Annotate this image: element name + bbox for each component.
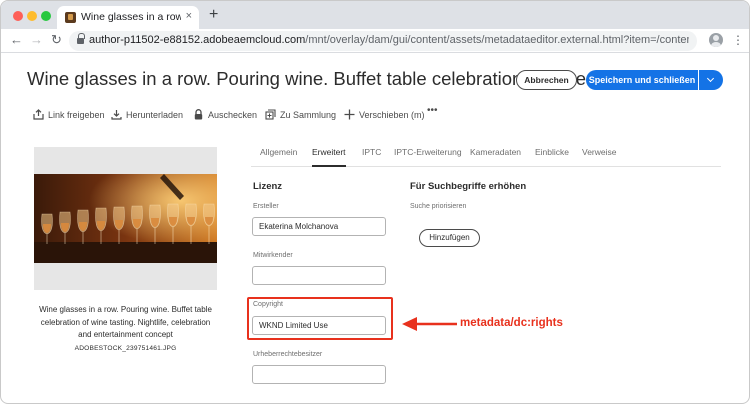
url-text: author-p11502-e88152.adobeaemcloud.com/m…: [89, 34, 689, 46]
maximize-window-button[interactable]: [41, 11, 51, 21]
browser-tab[interactable]: Wine glasses in a row. Pouring ×: [57, 6, 199, 29]
download-icon: [111, 110, 122, 120]
lock-icon: [77, 33, 85, 44]
tab-title: Wine glasses in a row. Pouring: [81, 11, 181, 23]
favicon-icon: [65, 12, 76, 23]
more-actions-button[interactable]: •••: [427, 105, 438, 123]
tab-erweitert[interactable]: Erweitert: [312, 147, 346, 157]
tab-strip: Wine glasses in a row. Pouring × +: [1, 1, 749, 29]
tab-iptc-erweiterung[interactable]: IPTC-Erweiterung: [394, 147, 462, 157]
contributor-field[interactable]: [252, 266, 386, 285]
asset-thumbnail-image[interactable]: [34, 174, 217, 263]
save-and-close-button[interactable]: Speichern und schließen: [586, 70, 698, 90]
asset-description: Wine glasses in a row. Pouring wine. Buf…: [39, 305, 212, 339]
move-icon: [344, 109, 355, 120]
tab-verweise[interactable]: Verweise: [582, 147, 617, 157]
more-icon: •••: [427, 105, 438, 116]
browser-menu-icon[interactable]: ⋮: [732, 33, 744, 47]
action-label: Zu Sammlung: [280, 110, 337, 120]
search-promote-label: Suche priorisieren: [410, 203, 467, 210]
share-icon: [33, 109, 44, 120]
tab-close-icon[interactable]: ×: [186, 10, 192, 22]
action-label: Herunterladen: [126, 110, 184, 120]
url-path: /mnt/overlay/dam/gui/content/assets/meta…: [305, 34, 689, 46]
creator-label: Ersteller: [253, 203, 279, 210]
address-bar[interactable]: author-p11502-e88152.adobeaemcloud.com/m…: [69, 31, 697, 51]
collection-icon: [265, 109, 276, 120]
creator-field[interactable]: Ekaterina Molchanova: [252, 217, 386, 236]
new-tab-button[interactable]: +: [209, 6, 218, 24]
active-tab-indicator: [312, 165, 346, 167]
copyright-owner-label: Urheberrechtebesitzer: [253, 351, 323, 358]
profile-avatar-icon[interactable]: [709, 33, 723, 47]
asset-filename: ADOBESTOCK_239751461.JPG: [74, 345, 177, 352]
lock-icon: [194, 109, 203, 120]
browser-window: Wine glasses in a row. Pouring × + ← → ↻…: [0, 0, 750, 404]
reload-icon[interactable]: ↻: [51, 32, 62, 48]
url-host: author-p11502-e88152.adobeaemcloud.com: [89, 34, 306, 46]
tab-allgemein[interactable]: Allgemein: [260, 147, 297, 157]
forward-arrow-icon[interactable]: →: [30, 32, 43, 48]
action-label: Link freigeben: [48, 110, 105, 120]
back-arrow-icon[interactable]: ←: [10, 32, 23, 48]
close-window-button[interactable]: [13, 11, 23, 21]
annotation-arrow-icon: [402, 317, 457, 331]
highlight-box: [247, 297, 393, 340]
tab-kameradaten[interactable]: Kameradaten: [470, 147, 521, 157]
action-label: Verschieben (m): [359, 110, 425, 120]
minimize-window-button[interactable]: [27, 11, 37, 21]
action-label: Auschecken: [208, 110, 258, 120]
save-options-chevron-icon[interactable]: [699, 70, 723, 90]
contributor-label: Mitwirkender: [253, 252, 293, 259]
annotation-label: metadata/dc:rights: [460, 317, 563, 329]
browser-toolbar: ← → ↻ author-p11502-e88152.adobeaemcloud…: [1, 29, 749, 53]
license-section-title: Lizenz: [253, 181, 283, 192]
add-button[interactable]: Hinzufügen: [419, 229, 480, 247]
search-boost-section-title: Für Suchbegriffe erhöhen: [410, 181, 527, 192]
tab-iptc[interactable]: IPTC: [362, 147, 381, 157]
copyright-owner-field[interactable]: [252, 365, 386, 384]
cancel-button[interactable]: Abbrechen: [516, 70, 577, 90]
tab-einblicke[interactable]: Einblicke: [535, 147, 569, 157]
